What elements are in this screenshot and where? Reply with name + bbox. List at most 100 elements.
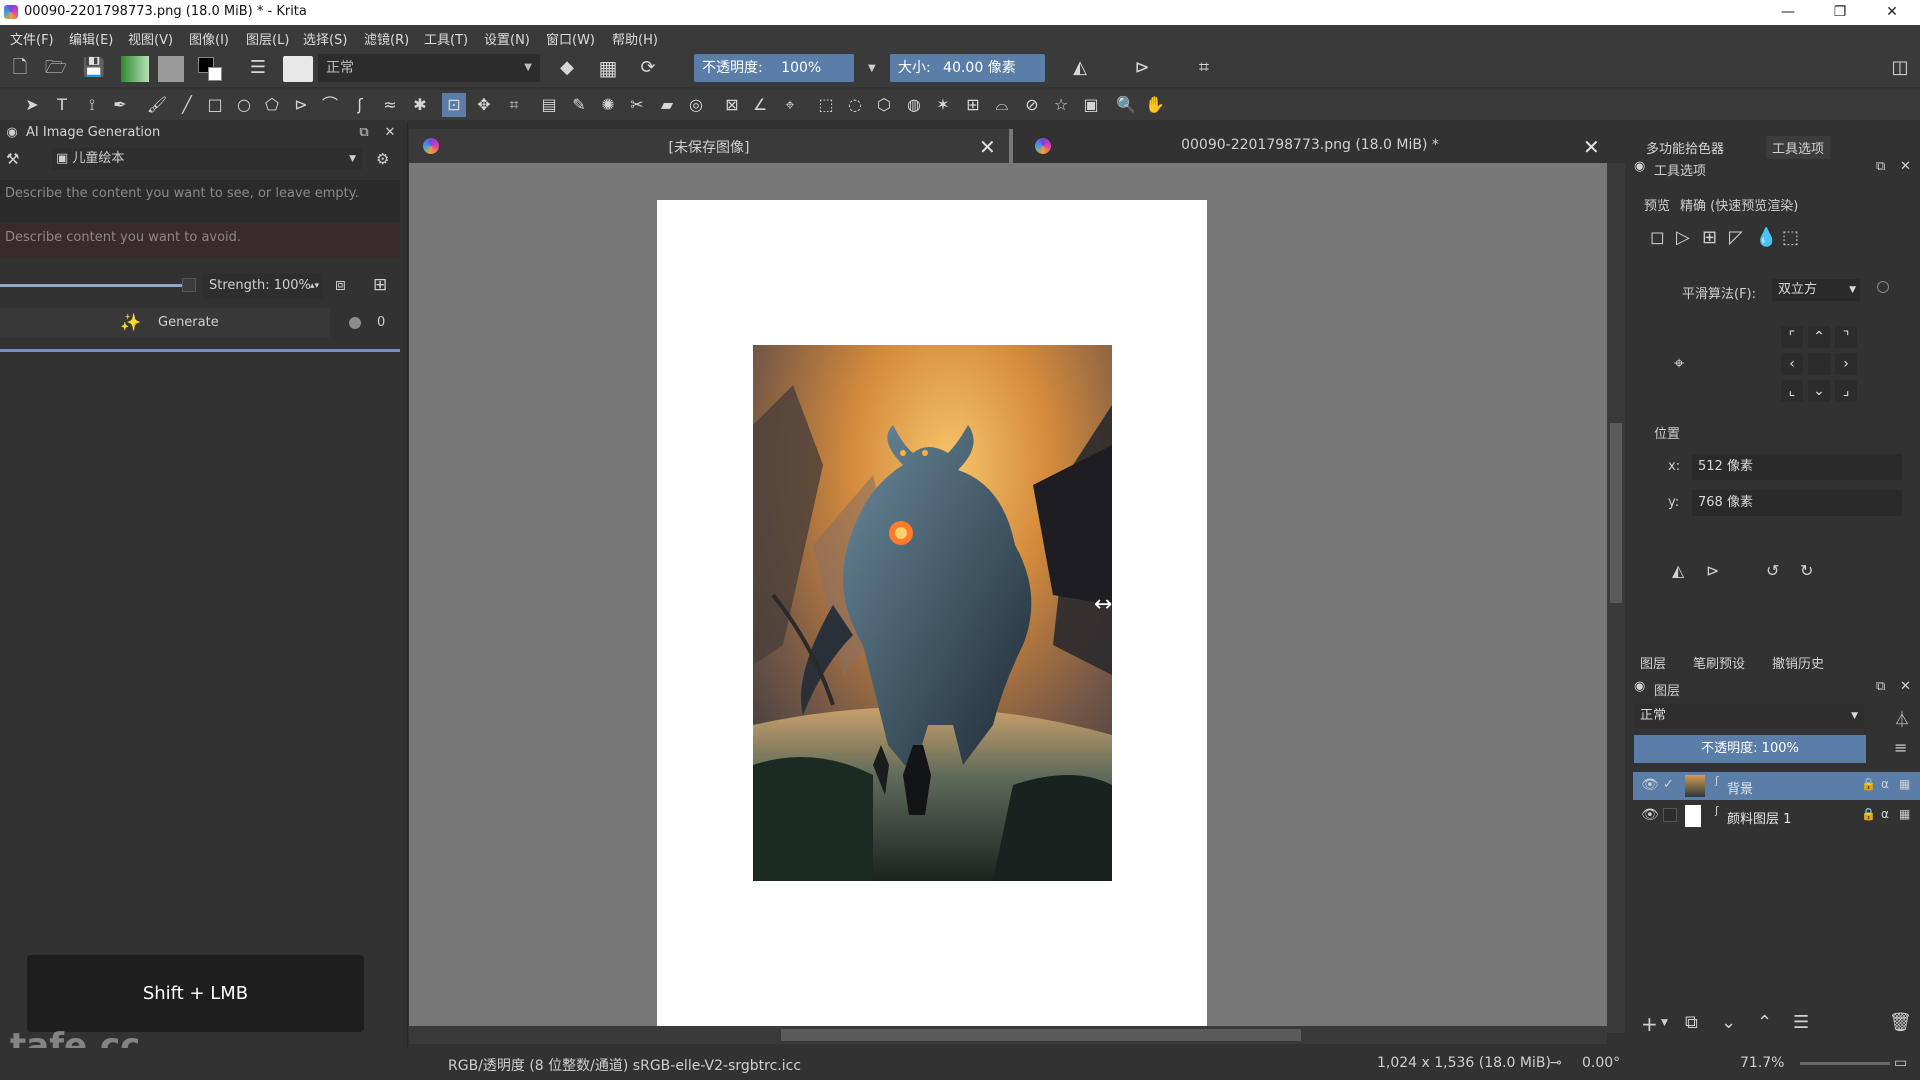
rotation-icon[interactable]: ⊸: [1550, 1055, 1562, 1071]
gradient-swatch[interactable]: [121, 56, 149, 82]
rotate-ccw-icon[interactable]: ↺: [1766, 561, 1779, 580]
rect-select-icon[interactable]: ⬚: [814, 93, 838, 117]
close-icon[interactable]: ✕: [1900, 159, 1911, 174]
style-select[interactable]: ▣ 儿童绘本 ▼: [52, 148, 362, 170]
menu-window[interactable]: 窗口(W): [546, 29, 595, 48]
minimize-button[interactable]: —: [1765, 0, 1811, 25]
canvas-only-icon[interactable]: ▭: [1894, 1055, 1907, 1071]
layers-stack-icon[interactable]: ⧈: [335, 275, 346, 295]
anchor-top-right[interactable]: ⌝: [1835, 326, 1857, 348]
float-docker-icon[interactable]: ⧉: [1876, 679, 1885, 694]
move-layer-up-icon[interactable]: ⌃: [1757, 1012, 1772, 1033]
menu-icon[interactable]: ≡: [1894, 738, 1907, 757]
chevron-down-icon[interactable]: ▼: [1661, 1018, 1668, 1028]
anchor-top[interactable]: ⌃: [1808, 326, 1830, 348]
lock-icon[interactable]: 🔒: [1861, 807, 1876, 821]
add-layer-icon[interactable]: +: [1641, 1012, 1658, 1036]
alpha-icon[interactable]: α: [1881, 777, 1889, 791]
brush-settings-icon[interactable]: ☰: [244, 54, 272, 82]
scrollbar-thumb[interactable]: [1610, 423, 1622, 603]
tab-color-selector[interactable]: 多功能拾色器: [1640, 136, 1730, 159]
rectangle-tool-icon[interactable]: □: [203, 93, 227, 117]
blend-mode-select[interactable]: 正常 ▼: [318, 54, 540, 82]
layer-blend-mode-select[interactable]: 正常 ▼: [1634, 704, 1864, 728]
float-docker-icon[interactable]: ⧉: [356, 125, 372, 141]
similar-select-icon[interactable]: ⊞: [961, 93, 985, 117]
chevron-down-icon[interactable]: ▼: [868, 63, 876, 74]
menu-layer[interactable]: 图层(L): [246, 29, 289, 48]
free-transform-icon[interactable]: ◻: [1650, 227, 1665, 248]
maximize-button[interactable]: ❐: [1817, 0, 1863, 25]
color-picker-icon[interactable]: ✎: [567, 93, 591, 117]
bezier-select-icon[interactable]: ⌓: [990, 93, 1014, 117]
spin-arrows-icon[interactable]: ▴▾: [310, 273, 319, 299]
close-icon[interactable]: ✕: [382, 125, 398, 141]
visibility-eye-icon[interactable]: 👁: [1641, 807, 1659, 823]
warp-transform-icon[interactable]: ⊞: [1702, 227, 1717, 248]
close-icon[interactable]: ✕: [1900, 679, 1911, 694]
bezier-tool-icon[interactable]: ⌒: [318, 93, 342, 117]
save-icon[interactable]: 💾: [80, 54, 108, 82]
magic-wand-icon[interactable]: ☆: [1049, 93, 1073, 117]
layer-name[interactable]: 颜料图层 1: [1727, 808, 1791, 827]
anchor-bottom-left[interactable]: ⌞: [1781, 380, 1803, 402]
preview-mode[interactable]: 精确 (快速预览渲染): [1680, 195, 1798, 214]
zoom-level[interactable]: 71.7%: [1740, 1055, 1784, 1071]
prompt-input[interactable]: Describe the content you want to see, or…: [0, 180, 400, 222]
mirror-vertical-icon[interactable]: ⊳: [1128, 54, 1156, 82]
opacity-slider[interactable]: 不透明度: 100%: [694, 54, 854, 82]
float-docker-icon[interactable]: ⧉: [1876, 159, 1885, 174]
settings-gear-icon[interactable]: ⚙: [376, 150, 389, 168]
anchor-right[interactable]: ›: [1835, 353, 1857, 375]
canvas-rotation[interactable]: 0.00°: [1582, 1055, 1620, 1071]
negative-prompt-input[interactable]: Describe content you want to avoid.: [0, 224, 400, 258]
multibrush-tool-icon[interactable]: ✱: [408, 93, 432, 117]
calligraphy-tool-icon[interactable]: ✒: [108, 93, 132, 117]
strength-slider-handle[interactable]: [182, 278, 196, 292]
workspace-icon[interactable]: ◫: [1886, 54, 1914, 82]
layer-opacity-slider[interactable]: 不透明度: 100%: [1634, 735, 1866, 763]
crop-tool-icon[interactable]: ⌗: [502, 93, 526, 117]
scrollbar-thumb[interactable]: [781, 1029, 1301, 1041]
close-tab-icon[interactable]: ✕: [1583, 135, 1603, 159]
generate-button[interactable]: ✨ Generate: [0, 308, 330, 338]
pan-tool-icon[interactable]: ✋: [1143, 93, 1167, 117]
pattern-swatch[interactable]: [158, 56, 184, 82]
cage-transform-icon[interactable]: ◸: [1729, 227, 1743, 248]
zoom-tool-icon[interactable]: 🔍: [1114, 93, 1138, 117]
move-tool-icon[interactable]: ✥: [472, 93, 496, 117]
tab-brush-presets[interactable]: 笔刷预设: [1687, 651, 1751, 674]
artwork-image[interactable]: [753, 345, 1112, 881]
mesh-transform-icon[interactable]: ⬚: [1782, 227, 1799, 248]
freehand-select-icon[interactable]: ◍: [902, 93, 926, 117]
visibility-eye-icon[interactable]: 👁: [1641, 777, 1659, 793]
contiguous-select-icon[interactable]: ✶: [931, 93, 955, 117]
x-position-input[interactable]: 512 像素: [1692, 454, 1902, 480]
filter-select[interactable]: 双立方 ▼: [1772, 279, 1860, 301]
layer-row[interactable]: 👁 ✓ ʃ 背景 🔒 α ▦: [1633, 772, 1920, 800]
tab-layers[interactable]: 图层: [1634, 651, 1672, 674]
similar-color-icon[interactable]: ▣: [1079, 93, 1103, 117]
strength-spinbox[interactable]: Strength: 100% ▴▾: [203, 273, 323, 299]
enclose-fill-icon[interactable]: ◎: [684, 93, 708, 117]
delete-layer-icon[interactable]: 🗑: [1889, 1012, 1912, 1033]
eraser-icon[interactable]: ◆: [553, 54, 581, 82]
flip-horizontal-icon[interactable]: ◭: [1672, 561, 1684, 580]
filter-icon[interactable]: ⏃: [1894, 706, 1910, 730]
transform-tool-icon[interactable]: ⊡: [442, 93, 466, 117]
anchor-bottom-right[interactable]: ⌟: [1835, 380, 1857, 402]
inherit-alpha-icon[interactable]: ▦: [1899, 807, 1910, 821]
fill-tool-icon[interactable]: ▰: [655, 93, 679, 117]
layer-checkbox[interactable]: [1663, 808, 1677, 822]
flip-vertical-icon[interactable]: ⊳: [1706, 561, 1719, 580]
ellipse-select-icon[interactable]: ◌: [843, 93, 867, 117]
anchor-point-icon[interactable]: ⌖: [1674, 353, 1684, 374]
horizontal-scrollbar[interactable]: [409, 1026, 1607, 1044]
menu-image[interactable]: 图像(I): [189, 29, 229, 48]
inherit-alpha-icon[interactable]: ▦: [1899, 777, 1910, 791]
assistant-tool-icon[interactable]: ⊠: [720, 93, 744, 117]
close-button[interactable]: ✕: [1869, 0, 1915, 25]
brush-tool-icon[interactable]: 🖌: [145, 93, 169, 117]
line-tool-icon[interactable]: ╱: [175, 93, 199, 117]
reload-preset-icon[interactable]: ⟳: [634, 54, 662, 82]
